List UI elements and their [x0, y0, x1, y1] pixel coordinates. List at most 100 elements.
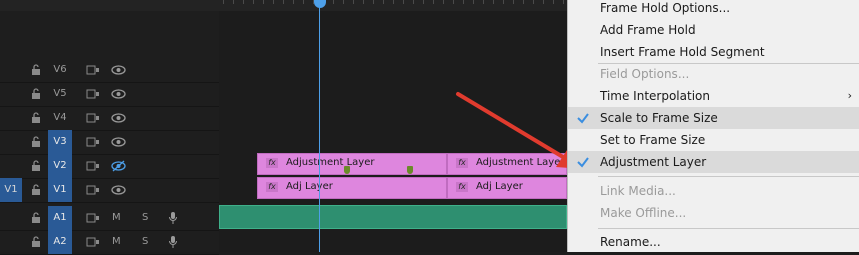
lock-icon[interactable] [30, 236, 42, 248]
lock-icon[interactable] [30, 112, 42, 124]
ruler-tick [423, 0, 424, 4]
ruler-tick [433, 0, 434, 4]
lock-icon[interactable] [30, 160, 42, 172]
ruler-tick [473, 0, 474, 4]
eye-icon[interactable] [111, 136, 126, 148]
mute-button[interactable]: M [112, 230, 121, 254]
track-header-a1: A1 M S [0, 206, 219, 231]
ruler-tick [533, 0, 534, 4]
audio-clip-a1[interactable] [219, 205, 567, 229]
track-name[interactable]: V3 [48, 130, 72, 154]
track-header-v3: V3 [0, 130, 219, 155]
ruler-tick [283, 0, 284, 4]
ruler-tick [563, 0, 564, 4]
menu-item-adjustment-layer[interactable]: Adjustment Layer [568, 151, 859, 173]
ruler-tick [343, 0, 344, 4]
keyframe-marker[interactable] [344, 166, 350, 174]
lock-icon[interactable] [30, 64, 42, 76]
fx-badge: fx [266, 182, 278, 192]
ruler-tick [303, 0, 304, 4]
ruler-tick [493, 0, 494, 4]
menu-item-insert-frame-hold-segment[interactable]: Insert Frame Hold Segment [568, 41, 859, 63]
ruler-tick [363, 0, 364, 4]
track-name[interactable]: V6 [48, 58, 72, 82]
ruler-tick [243, 0, 244, 4]
ruler-tick [403, 0, 404, 4]
eye-icon[interactable] [111, 112, 126, 124]
keyframe-marker[interactable] [407, 166, 413, 174]
fx-badge: fx [266, 158, 278, 168]
lock-icon[interactable] [30, 136, 42, 148]
menu-item-scale-to-frame-size[interactable]: Scale to Frame Size [568, 107, 859, 129]
ruler-tick [383, 0, 384, 4]
track-header-v2: V2 [0, 154, 219, 179]
sync-lock-icon[interactable] [86, 184, 100, 196]
track-header-a2: A2 M S [0, 230, 219, 255]
ruler-tick [503, 0, 504, 4]
menu-separator [598, 228, 859, 229]
eye-icon[interactable] [111, 64, 126, 76]
ruler-tick [513, 0, 514, 4]
checkmark-icon [577, 113, 589, 124]
ruler-tick [463, 0, 464, 4]
eye-icon[interactable] [111, 184, 126, 196]
lock-icon[interactable] [30, 88, 42, 100]
clip-v1-adj-layer[interactable]: fx Adj Layer [257, 177, 447, 199]
sync-lock-icon[interactable] [86, 112, 100, 124]
eye-hidden-icon[interactable] [111, 160, 126, 172]
ruler-tick [263, 0, 264, 4]
clip-label: Adj Layer [286, 181, 333, 192]
sync-lock-icon[interactable] [86, 212, 100, 224]
menu-item-link-media[interactable]: Link Media... [568, 180, 859, 202]
sync-lock-icon[interactable] [86, 136, 100, 148]
track-header-v6: V6 [0, 58, 219, 83]
menu-item-set-to-frame-size[interactable]: Set to Frame Size [568, 129, 859, 151]
menu-item-add-frame-hold[interactable]: Add Frame Hold [568, 19, 859, 41]
track-name[interactable]: V1 [48, 178, 72, 202]
playhead-line[interactable] [319, 0, 320, 252]
track-name[interactable]: A2 [48, 230, 72, 254]
sync-lock-icon[interactable] [86, 236, 100, 248]
timeline-toolbar [0, 0, 219, 11]
sync-lock-icon[interactable] [86, 64, 100, 76]
ruler-tick [543, 0, 544, 4]
menu-item-frame-hold-options[interactable]: Frame Hold Options... [568, 0, 859, 19]
menu-item-rename[interactable]: Rename... [568, 231, 859, 253]
eye-icon[interactable] [111, 88, 126, 100]
lock-icon[interactable] [30, 184, 42, 196]
track-header-v4: V4 [0, 106, 219, 131]
solo-button[interactable]: S [142, 230, 148, 254]
track-name[interactable]: V2 [48, 154, 72, 178]
ruler-tick [523, 0, 524, 4]
ruler-tick [293, 0, 294, 4]
microphone-icon[interactable] [168, 211, 178, 225]
ruler-tick [373, 0, 374, 4]
ruler-tick [413, 0, 414, 4]
ruler-tick [273, 0, 274, 4]
sync-lock-icon[interactable] [86, 88, 100, 100]
lock-icon[interactable] [30, 212, 42, 224]
menu-item-make-offline[interactable]: Make Offline... [568, 202, 859, 224]
menu-item-time-interpolation[interactable]: Time Interpolation › [568, 85, 859, 107]
menu-separator [598, 176, 859, 177]
ruler-tick [453, 0, 454, 4]
ruler-tick [223, 0, 224, 4]
solo-button[interactable]: S [142, 206, 148, 230]
track-name[interactable]: V4 [48, 106, 72, 130]
track-name[interactable]: V5 [48, 82, 72, 106]
context-menu: Frame Hold Options... Add Frame Hold Ins… [567, 0, 859, 252]
track-header-v1: V1 V1 [0, 178, 219, 203]
ruler-tick [253, 0, 254, 4]
submenu-chevron-icon: › [847, 89, 852, 102]
sync-lock-icon[interactable] [86, 160, 100, 172]
ruler-tick [443, 0, 444, 4]
mute-button[interactable]: M [112, 206, 121, 230]
ruler-tick [393, 0, 394, 4]
menu-item-field-options[interactable]: Field Options... [568, 63, 859, 85]
clip-v2-adjustment-layer[interactable]: fx Adjustment Layer [257, 153, 447, 175]
track-name[interactable]: A1 [48, 206, 72, 230]
source-patch[interactable]: V1 [0, 178, 22, 202]
ruler-tick [333, 0, 334, 4]
ruler-tick [483, 0, 484, 4]
microphone-icon[interactable] [168, 235, 178, 249]
